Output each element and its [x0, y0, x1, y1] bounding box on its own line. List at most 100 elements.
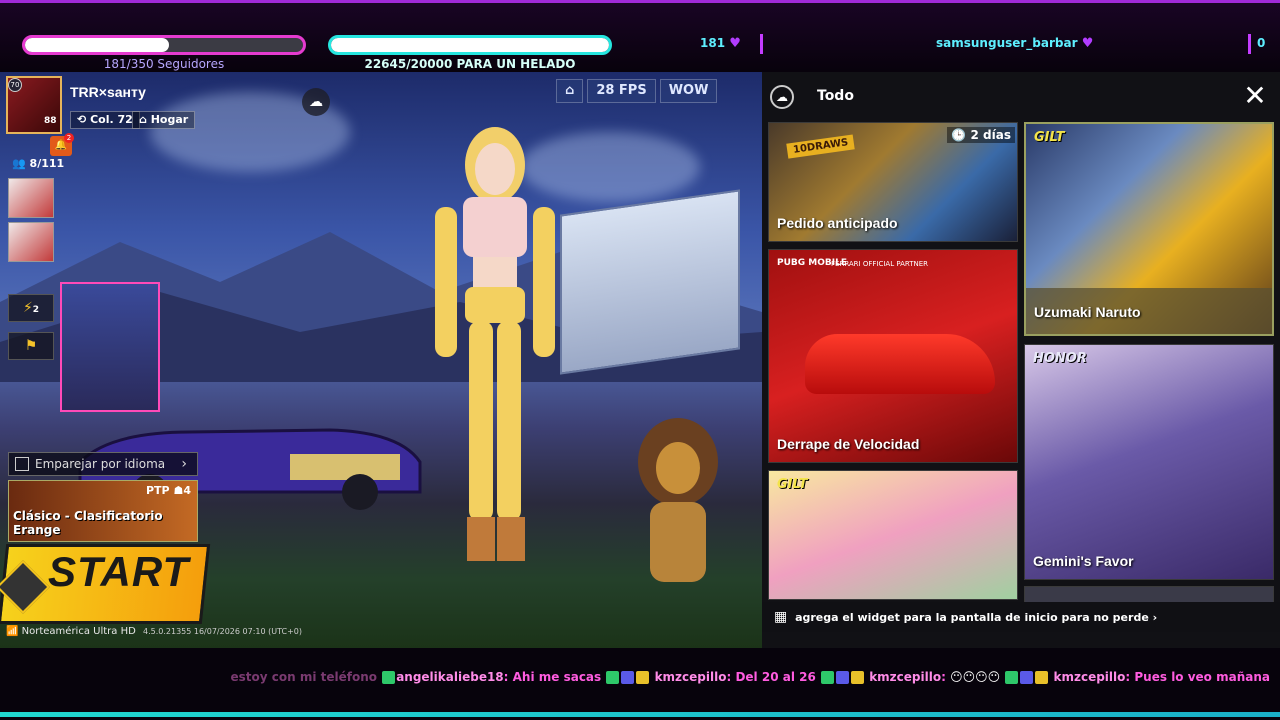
goal-progress-bar: [328, 35, 612, 55]
viewer-count-value: 181: [700, 36, 726, 50]
event-timer-text: 2 días: [970, 128, 1011, 142]
home-icon: ⌂: [139, 113, 147, 126]
chat-user: angelikaliebe18: [396, 670, 504, 684]
fps-indicator: 28 FPS: [587, 79, 656, 103]
draws-badge: 10DRAWS: [786, 134, 856, 159]
home-button[interactable]: ⌂ Hogar: [132, 111, 196, 129]
event-card-uzumaki-naruto[interactable]: GILT Uzumaki Naruto: [1024, 122, 1274, 336]
player-character: [435, 127, 555, 561]
event-label: Derrape de Velocidad: [777, 436, 920, 452]
followers-progress-bar: [22, 35, 306, 55]
team-icon: ☗: [173, 484, 184, 497]
badge-icon: [382, 671, 396, 684]
event-card-preorder[interactable]: 10DRAWS 🕒 2 días Pedido anticipado: [768, 122, 1018, 242]
gilt-logo: GILT: [1034, 130, 1065, 145]
clan-label: Col. 72: [90, 113, 133, 126]
cloud-download-icon: ☁: [309, 94, 323, 110]
events-panel-header: ☁ Todo ✕: [762, 72, 1280, 120]
emote-icon: 😶😶😶😶: [950, 670, 1001, 684]
lightning-icon: ⚡: [22, 300, 33, 316]
wow-button[interactable]: WOW: [659, 79, 718, 103]
goal-progress-fill: [331, 38, 609, 52]
close-icon[interactable]: ✕: [1240, 82, 1270, 112]
widget-hint-text: agrega el widget para la pantalla de ini…: [795, 611, 1149, 624]
game-mode-label: Clásico - Clasificatorio Erange: [13, 509, 163, 537]
diner-building: [560, 189, 740, 375]
featured-username: samsunguser_barbar ♥: [936, 36, 1093, 51]
energy-count: 2: [32, 305, 40, 315]
chat-message: Del 20 al 26: [735, 670, 816, 684]
ferrari-partner-logo: FERRARI OFFICIAL PARTNER: [831, 260, 929, 268]
event-card-gilt[interactable]: GILT: [768, 470, 1018, 600]
events-panel-title: Todo: [817, 88, 854, 104]
badge-icon: [1005, 671, 1019, 684]
chat-message: Pues lo veo mañana: [1134, 670, 1270, 684]
featured-username-text: samsunguser_barbar: [936, 36, 1078, 50]
friend-avatar[interactable]: [8, 222, 54, 262]
followers-label: 181/350 Seguidores: [103, 57, 225, 71]
event-label: Pedido anticipado: [777, 215, 898, 231]
top-center-buttons: ⌂ 28 FPS WOW: [556, 79, 718, 103]
followers-progress-fill: [25, 38, 169, 52]
divider: [1248, 34, 1251, 54]
heart-icon: ♥: [729, 36, 741, 51]
flag-button[interactable]: ⚑: [8, 332, 54, 360]
chevron-right-icon: ›: [181, 456, 187, 472]
chat-message: estoy con mi teléfono: [230, 670, 377, 684]
build-version: 4.5.0.21355 16/07/2026 07:10 (UTC+0): [142, 627, 303, 636]
home-map-button[interactable]: ⌂: [556, 79, 584, 103]
chat-ticker: estoy con mi teléfono angelikaliebe18: A…: [230, 670, 1270, 684]
badge-icon: [636, 671, 650, 684]
badge-icon: [836, 671, 849, 684]
event-label: Uzumaki Naruto: [1034, 304, 1141, 320]
cloud-download-button[interactable]: ☁: [302, 88, 330, 116]
event-card-ferrari[interactable]: PUBG MOBILE FERRARI OFFICIAL PARTNER Der…: [768, 249, 1018, 463]
friends-icon: 👥: [12, 157, 26, 170]
red-ferrari-car: [805, 334, 995, 394]
language-match-label: Emparejar por idioma: [35, 457, 166, 471]
ptp-indicator: PTP ☗4: [146, 484, 191, 497]
right-count: 0: [1257, 36, 1266, 50]
signal-icon: 📶: [6, 626, 19, 637]
server-region: Norteamérica Ultra HD: [21, 626, 136, 637]
stream-frame: 181/350 Seguidores 22645/20000 PARA UN H…: [0, 0, 1280, 720]
widget-hint-bar[interactable]: ▦ agrega el widget para la pantalla de i…: [762, 602, 1280, 632]
event-label: Gemini's Favor: [1033, 553, 1134, 569]
start-label: START: [48, 548, 190, 595]
widget-grid-icon: ▦: [774, 609, 788, 625]
divider: [760, 34, 763, 54]
refresh-icon: ⟲: [77, 113, 87, 126]
friends-count[interactable]: 👥 8/111: [12, 157, 64, 170]
clock-icon: 🕒: [951, 128, 967, 142]
chat-user: kmzcepillo: [1053, 670, 1126, 684]
clan-button[interactable]: ⟲ Col. 72: [70, 111, 140, 129]
badge-icon: [821, 671, 834, 684]
event-timer: 🕒 2 días: [947, 127, 1015, 143]
cloud-download-icon[interactable]: ☁: [770, 85, 794, 109]
badge-icon: [851, 671, 864, 684]
checkbox[interactable]: [15, 457, 29, 471]
ptp-count: 4: [183, 484, 191, 497]
level-badge: 70: [8, 78, 22, 92]
friend-avatar[interactable]: [8, 178, 54, 218]
language-match-toggle[interactable]: Emparejar por idioma ›: [8, 452, 198, 476]
chat-user: kmzcepillo: [869, 670, 942, 684]
lion-companion: [638, 418, 718, 582]
gilt-logo: GILT: [777, 477, 808, 492]
badge-icon: [606, 671, 620, 684]
ptp-label: PTP: [145, 484, 170, 497]
badge-icon: [621, 671, 635, 684]
badge-icon: [1035, 671, 1049, 684]
flag-icon: ⚑: [24, 338, 38, 354]
player-name: TRR×saнту: [70, 84, 146, 100]
events-panel: ☁ Todo ✕ 10DRAWS 🕒 2 días Pedido anticip…: [762, 72, 1280, 648]
energy-button[interactable]: ⚡2: [8, 294, 54, 322]
chat-user: kmzcepillo: [654, 670, 727, 684]
notification-count: 2: [64, 133, 74, 143]
honor-logo: HONOR: [1033, 351, 1087, 366]
home-icon: ⌂: [565, 83, 575, 98]
goal-label: 22645/20000 PARA UN HELADO: [364, 57, 576, 71]
game-mode-selector[interactable]: PTP ☗4 Clásico - Clasificatorio Erange: [8, 480, 198, 542]
event-card-geminis-favor[interactable]: HONOR Gemini's Favor: [1024, 344, 1274, 580]
heart-icon: ♥: [1081, 36, 1094, 51]
